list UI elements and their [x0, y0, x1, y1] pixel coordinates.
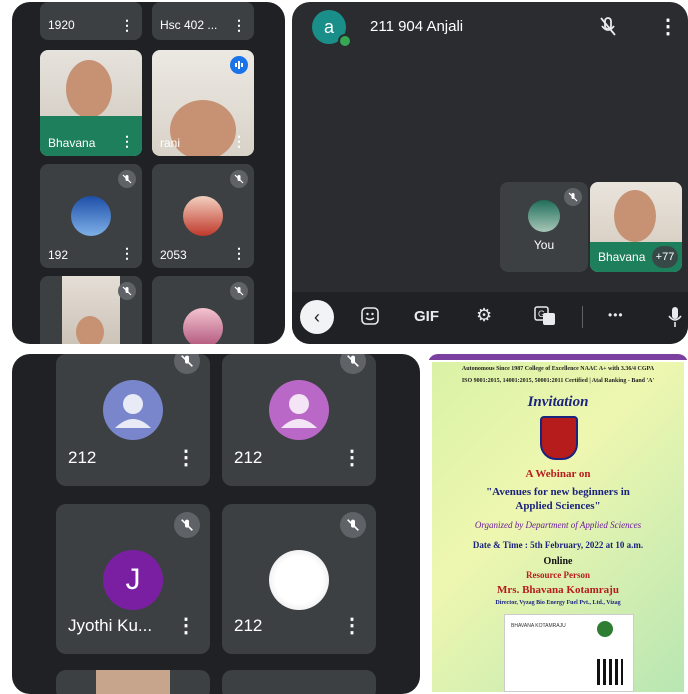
participant-name: Hsc 402 ... — [160, 18, 218, 32]
poster-topic-2: Applied Sciences" — [515, 500, 601, 512]
poster-body: Autonomous Since 1987 College of Excelle… — [432, 362, 684, 692]
participant-name: Bhavana — [48, 136, 96, 150]
self-label: You — [533, 238, 555, 252]
more-button[interactable]: ••• — [608, 308, 624, 322]
focused-participant-view: a 211 904 Anjali ⋮ You Bhavana +77 ‹ GIF… — [292, 2, 688, 344]
video-person — [614, 190, 656, 242]
more-participants-badge[interactable]: +77 — [652, 246, 678, 268]
more-options-icon[interactable]: ⋮ — [120, 17, 134, 34]
participant-tile[interactable] — [40, 276, 142, 344]
more-options-icon[interactable]: ⋮ — [120, 245, 134, 262]
participant-tile[interactable]: J Jyothi Ku... ⋮ — [56, 504, 210, 654]
participant-name: 212 — [234, 616, 263, 635]
avatar — [528, 200, 560, 232]
poster-online: Online — [543, 556, 573, 567]
avatar — [269, 550, 329, 610]
qr-code-icon — [597, 659, 623, 685]
more-options-icon[interactable]: ⋮ — [232, 245, 246, 262]
mic-off-icon — [174, 512, 200, 538]
gif-button[interactable]: GIF — [414, 308, 439, 325]
mic-off-icon — [598, 16, 618, 43]
participant-name: 212 — [68, 448, 97, 467]
participant-tile[interactable]: rani ⋮ — [152, 50, 254, 156]
mic-off-icon — [230, 282, 248, 300]
poster-resource: Resource Person — [525, 570, 591, 580]
participant-tile[interactable]: 212 ⋮ — [222, 504, 376, 654]
default-avatar-icon — [269, 380, 329, 440]
video-person — [76, 316, 104, 344]
more-options-icon[interactable]: ⋮ — [120, 133, 134, 150]
online-status-icon — [338, 34, 352, 48]
more-options-icon[interactable]: ⋮ — [176, 445, 196, 470]
mic-off-icon — [118, 170, 136, 188]
poster-webinar: A Webinar on — [525, 468, 591, 480]
microphone-icon[interactable] — [668, 306, 682, 332]
participant-tile[interactable]: 2053 ⋮ — [152, 164, 254, 268]
business-card: BHAVANA KOTAMRAJU — [504, 614, 634, 692]
participant-tile[interactable]: 212 ⋮ — [222, 354, 376, 486]
default-avatar-icon — [103, 380, 163, 440]
participant-grid-bottom-left: 212 ⋮ 212 ⋮ J Jyothi Ku... ⋮ 212 ⋮ — [12, 354, 420, 694]
poster-header-2: ISO 9001:2015, 14001:2015, 50001:2011 Ce… — [461, 378, 655, 384]
participant-name: 2053 — [160, 248, 187, 262]
back-button[interactable]: ‹ — [300, 300, 334, 334]
more-options-icon[interactable]: ⋮ — [232, 133, 246, 150]
participant-tile[interactable]: 192 ⋮ — [40, 164, 142, 268]
more-options-icon[interactable]: ⋮ — [658, 14, 678, 39]
avatar: J — [103, 550, 163, 610]
participant-name: rani — [160, 136, 181, 150]
video-feed — [96, 670, 170, 694]
toolbar-divider — [582, 306, 583, 328]
video-person — [66, 60, 112, 118]
participant-name: 212 — [234, 448, 263, 467]
poster-topic-1: "Avenues for new beginners in — [486, 486, 630, 498]
participant-tile[interactable]: Hsc 402 ... ⋮ — [152, 2, 254, 40]
mic-off-icon — [340, 354, 366, 374]
speaking-indicator-icon — [230, 56, 248, 74]
settings-gear-icon[interactable]: ⚙ — [476, 305, 492, 326]
mic-off-icon — [174, 354, 200, 374]
participant-tile[interactable] — [56, 670, 210, 694]
poster-header-1: Autonomous Since 1987 College of Excelle… — [461, 366, 655, 372]
avatar — [71, 196, 111, 236]
participant-name: 1920 — [48, 18, 75, 32]
participant-name: Bhavana — [598, 250, 646, 264]
mic-off-icon — [340, 512, 366, 538]
webinar-invitation-poster: Autonomous Since 1987 College of Excelle… — [428, 354, 688, 694]
more-options-icon[interactable]: ⋮ — [232, 17, 246, 34]
participant-tile[interactable]: Bhavana ⋮ — [40, 50, 142, 156]
poster-date: Date & Time : 5th February, 2022 at 10 a… — [472, 540, 644, 550]
participant-tile[interactable] — [152, 276, 254, 344]
company-logo-icon — [597, 621, 613, 637]
more-options-icon[interactable]: ⋮ — [176, 613, 196, 638]
participant-title: 211 904 Anjali — [370, 18, 464, 35]
mic-off-icon — [564, 188, 582, 206]
poster-border — [428, 354, 688, 360]
speaker-tile[interactable]: Bhavana +77 — [590, 182, 682, 272]
participant-tile[interactable]: 212 ⋮ — [56, 354, 210, 486]
participant-tile[interactable] — [222, 670, 376, 694]
mic-off-icon — [230, 170, 248, 188]
card-name: BHAVANA KOTAMRAJU — [511, 623, 566, 629]
college-crest-icon — [540, 416, 578, 460]
avatar — [183, 308, 223, 344]
participant-tile[interactable]: 1920 ⋮ — [40, 2, 142, 40]
self-view-tile[interactable]: You — [500, 182, 588, 272]
poster-designation: Director, Vyzag Bio Energy Fuel Pvt., Lt… — [495, 600, 621, 606]
poster-person: Mrs. Bhavana Kotamraju — [497, 584, 619, 596]
more-options-icon[interactable]: ⋮ — [342, 613, 362, 638]
translate-icon[interactable]: G — [534, 306, 556, 330]
bottom-toolbar: ‹ GIF ⚙ G ••• — [292, 292, 688, 344]
participant-name: Jyothi Ku... — [68, 616, 153, 635]
mic-off-icon — [118, 282, 136, 300]
participant-grid-top-left: 1920 ⋮ Hsc 402 ... ⋮ Bhavana ⋮ rani ⋮ 19… — [12, 2, 285, 344]
avatar — [183, 196, 223, 236]
reactions-icon[interactable] — [360, 306, 380, 330]
more-options-icon[interactable]: ⋮ — [342, 445, 362, 470]
participant-name: 192 — [48, 248, 69, 262]
poster-organized: Organized by Department of Applied Scien… — [474, 520, 642, 530]
poster-invitation: Invitation — [527, 394, 589, 410]
